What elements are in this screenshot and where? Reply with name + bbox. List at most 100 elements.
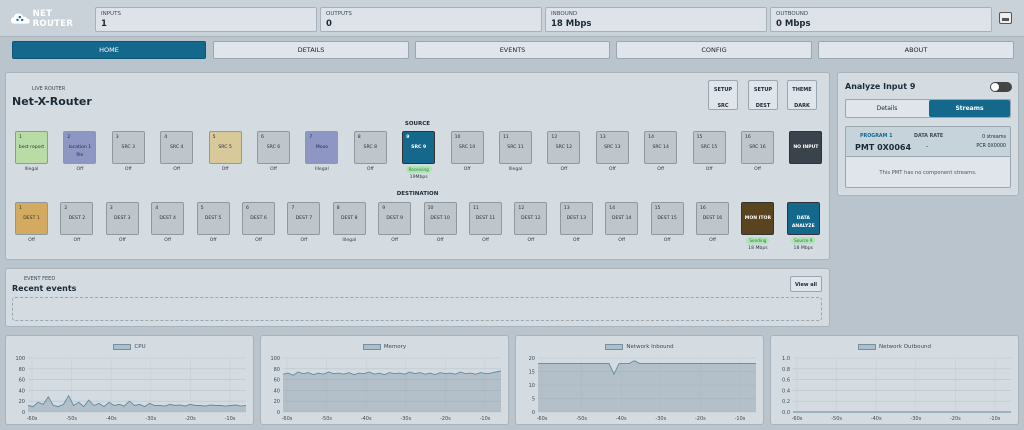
tab-home[interactable]: HOME bbox=[12, 41, 206, 59]
destination-tile[interactable]: 8 DEST 8 bbox=[332, 202, 366, 235]
status-pill-text: Source 9 bbox=[791, 237, 816, 244]
x-tick-label: -30s bbox=[655, 416, 666, 422]
x-tick-label: -60s bbox=[282, 416, 293, 422]
source-tile[interactable]: 12 SRC 12 bbox=[547, 131, 581, 164]
y-tick-label: 0.2 bbox=[782, 399, 790, 405]
source-tile[interactable]: NO INPUT bbox=[789, 131, 823, 164]
setup-src-button[interactable]: SETUP SRC bbox=[708, 80, 738, 110]
tile-number: 7 bbox=[291, 206, 295, 211]
view-all-button[interactable]: View all bbox=[790, 276, 822, 292]
destination-tile[interactable]: MON ITOR bbox=[741, 202, 775, 235]
setup-dest-button[interactable]: SETUP DEST bbox=[748, 80, 778, 110]
monitor-settings-icon[interactable] bbox=[999, 12, 1012, 24]
tile-number: 15 bbox=[654, 206, 661, 211]
y-tick-label: 15 bbox=[529, 370, 535, 376]
tile-status: Off bbox=[366, 167, 374, 172]
destination-tile[interactable]: 9 DEST 9 bbox=[378, 202, 412, 235]
source-tile[interactable]: 15 SRC 15 bbox=[692, 131, 726, 164]
tile-number: 12 bbox=[551, 135, 558, 140]
tab-about[interactable]: ABOUT bbox=[818, 41, 1014, 59]
tile-label: DEST 2 bbox=[68, 216, 86, 221]
chart-legend: Network Outbound bbox=[771, 342, 1018, 352]
tile-status: Illegal bbox=[315, 167, 329, 172]
x-tick-label: -30s bbox=[910, 416, 921, 422]
tile-number: 3 bbox=[109, 206, 113, 211]
stat-label: OUTBOUND bbox=[776, 11, 809, 17]
source-tile[interactable]: 6 SRC 6 bbox=[257, 131, 290, 164]
tile-status: 18 Mbps bbox=[748, 246, 768, 251]
program-header bbox=[846, 127, 1010, 157]
theme-button[interactable]: THEME DARK bbox=[787, 80, 817, 110]
destination-tile[interactable]: 14 DEST 14 bbox=[605, 202, 639, 235]
destination-tile[interactable]: 5 DEST 5 bbox=[196, 202, 230, 235]
tile-label: DEST 4 bbox=[159, 216, 176, 221]
tile-status: 19Mbps bbox=[409, 175, 428, 180]
stat-label: OUTPUTS bbox=[326, 11, 352, 17]
source-tile[interactable]: 9 SRC 9 bbox=[402, 131, 436, 164]
x-tick-label: -20s bbox=[440, 416, 451, 422]
stat-label: INBOUND bbox=[551, 11, 578, 17]
legend-swatch bbox=[113, 344, 132, 350]
destination-tile[interactable]: 15 DEST 15 bbox=[650, 202, 684, 235]
legend-label: CPU bbox=[134, 344, 146, 350]
tab-analyze-streams[interactable]: Streams bbox=[929, 100, 1010, 117]
y-tick-label: 1.0 bbox=[782, 356, 790, 362]
destination-tile[interactable]: 4 DEST 4 bbox=[151, 202, 185, 235]
status-pill-text: Receiving bbox=[405, 166, 432, 173]
analyze-toggle[interactable] bbox=[990, 82, 1012, 92]
destination-tile[interactable]: DATA ANALYZE bbox=[786, 202, 820, 235]
x-tick-label: -50s bbox=[321, 416, 332, 422]
destination-tile[interactable]: 16 DEST 16 bbox=[696, 202, 729, 235]
source-tile[interactable]: 4 SRC 4 bbox=[160, 131, 194, 164]
destination-tile[interactable]: 13 DEST 13 bbox=[559, 202, 593, 235]
tile-label: DEST 15 bbox=[657, 216, 677, 221]
button-line: THEME bbox=[792, 87, 812, 93]
source-tile[interactable]: 16 SRC 16 bbox=[741, 131, 774, 164]
source-tile[interactable]: 7 Mooo bbox=[305, 131, 339, 164]
tile-label: SRC 9 bbox=[411, 145, 427, 150]
source-tile[interactable]: 8 SRC 8 bbox=[353, 131, 387, 164]
tile-label: DEST 6 bbox=[250, 216, 267, 221]
tab-details[interactable]: DETAILS bbox=[213, 41, 409, 59]
tile-number: 2 bbox=[64, 206, 68, 211]
cloud-network-icon bbox=[10, 13, 30, 24]
destination-tile[interactable]: 12 DEST 12 bbox=[514, 202, 548, 235]
source-tile[interactable]: 2 location 1 file bbox=[63, 131, 97, 164]
tab-config[interactable]: CONFIG bbox=[616, 41, 812, 59]
empty-streams-message: This PMT has no component streams. bbox=[879, 170, 977, 176]
destination-tile[interactable]: 10 DEST 10 bbox=[423, 202, 457, 235]
tile-label: DEST 12 bbox=[521, 216, 541, 221]
source-tile[interactable]: 10 SRC 10 bbox=[450, 131, 484, 164]
destination-tile[interactable]: 6 DEST 6 bbox=[242, 202, 275, 235]
source-tile[interactable]: 5 SRC 5 bbox=[208, 131, 242, 164]
destination-tile[interactable]: 3 DEST 3 bbox=[105, 202, 139, 235]
destination-tile[interactable]: 7 DEST 7 bbox=[287, 202, 321, 235]
tile-label: SRC 4 bbox=[169, 145, 184, 150]
tile-number: 11 bbox=[473, 206, 479, 211]
tile-status: Off bbox=[300, 238, 308, 243]
y-tick-label: 0.6 bbox=[782, 378, 790, 384]
destination-tile[interactable]: 2 DEST 2 bbox=[60, 202, 94, 235]
legend-swatch bbox=[857, 344, 876, 350]
memory-chart-panel: Memory 0 20 40 60 80 100 -60s -50s -40s -30s -20s -1… bbox=[260, 335, 509, 425]
tile-status: Off bbox=[73, 238, 81, 243]
tab-analyze-details[interactable]: Details bbox=[846, 100, 928, 117]
tile-status: Off bbox=[754, 167, 761, 172]
source-tile[interactable]: 13 SRC 13 bbox=[595, 131, 629, 164]
tab-events[interactable]: EVENTS bbox=[415, 41, 610, 59]
destination-tile[interactable]: 1 DEST 1 bbox=[15, 202, 48, 235]
tile-label: DEST 5 bbox=[204, 216, 222, 221]
source-tile[interactable]: 3 SRC 3 bbox=[111, 131, 145, 164]
source-tile[interactable]: 11 SRC 11 bbox=[499, 131, 532, 164]
tile-label: best report bbox=[18, 145, 45, 150]
source-tile[interactable]: 14 SRC 14 bbox=[644, 131, 678, 164]
y-tick-label: 5 bbox=[532, 397, 535, 403]
source-tile[interactable]: 1 best report bbox=[15, 131, 48, 164]
destination-label: DESTINATION bbox=[396, 191, 439, 197]
destination-tile[interactable]: 11 DEST 11 bbox=[469, 202, 502, 235]
tile-label: location 1 file bbox=[68, 145, 92, 158]
tile-number: 15 bbox=[696, 135, 703, 140]
x-tick-label: -50s bbox=[576, 416, 587, 422]
tile-label: Mooo bbox=[315, 145, 329, 150]
program-value: PMT 0X0064 bbox=[855, 143, 912, 152]
